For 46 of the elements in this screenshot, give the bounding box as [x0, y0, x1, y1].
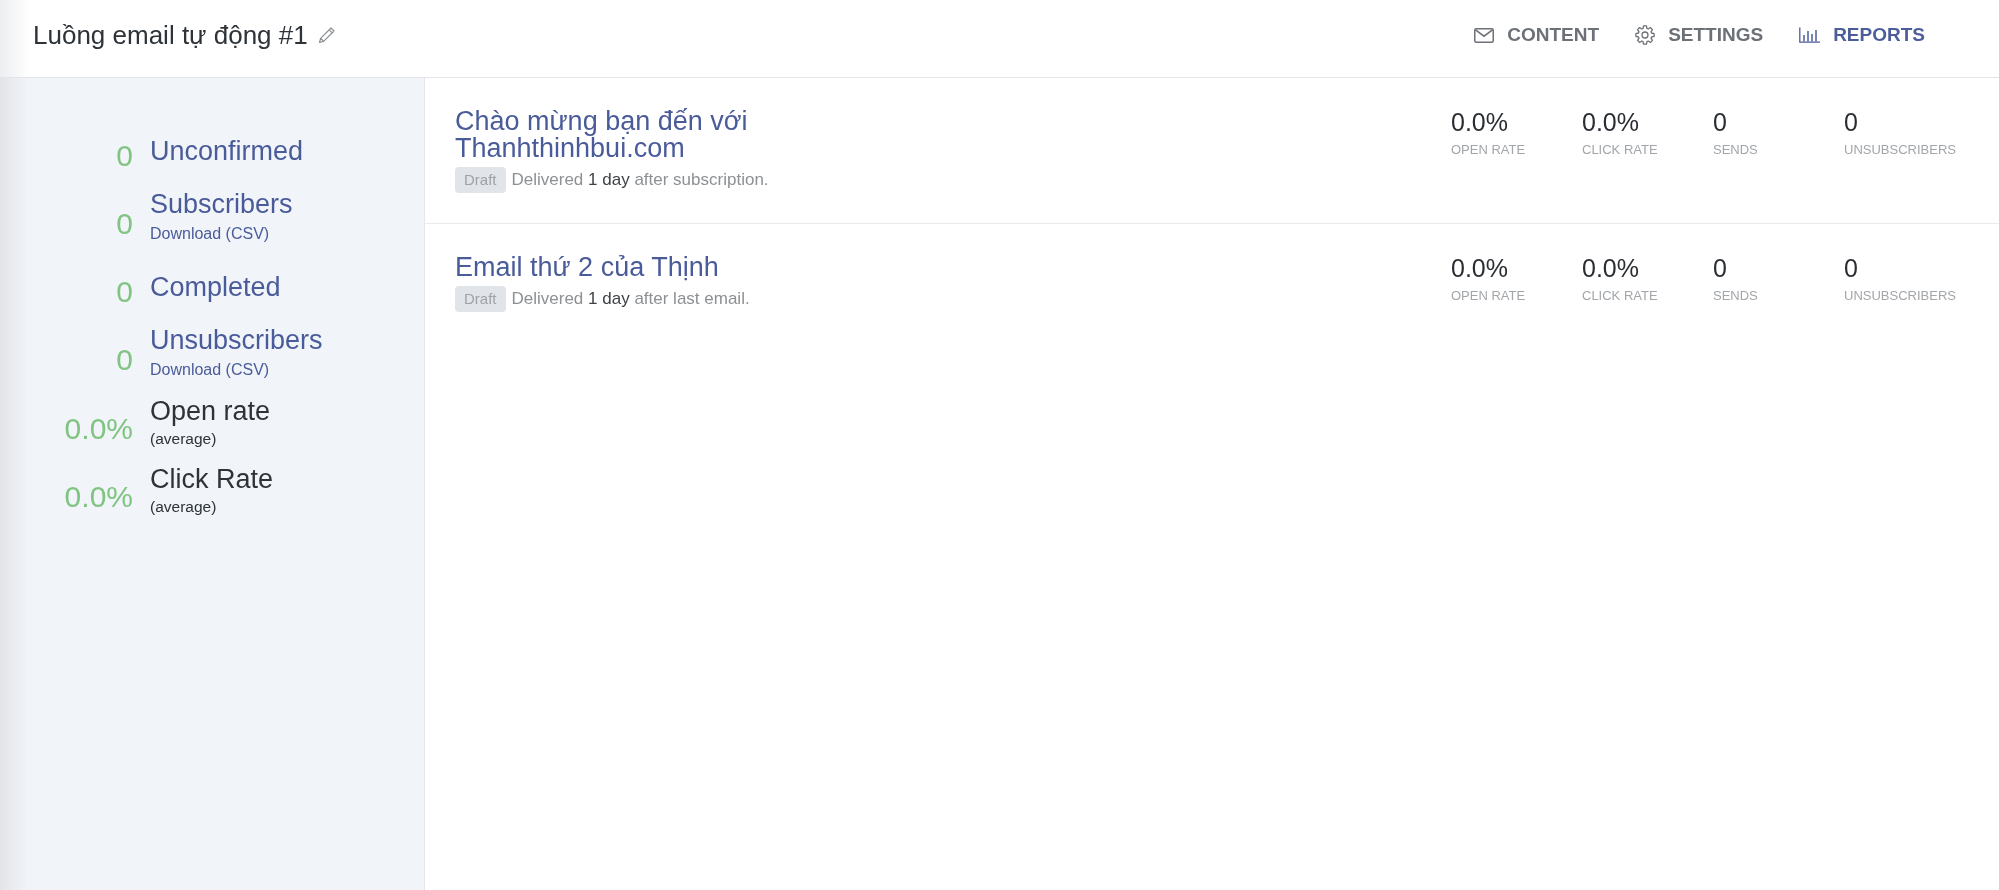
pencil-icon[interactable]: [317, 26, 336, 44]
metric-value: 0.0%: [1582, 108, 1639, 136]
nav-tab[interactable]: REPORTS: [1799, 23, 1925, 47]
note-text: (average): [150, 498, 217, 516]
stat-count: 0: [116, 141, 133, 171]
metric-value: 0: [1844, 254, 1858, 282]
bar-chart-icon: [1799, 27, 1821, 43]
metric-value: 0: [1713, 254, 1727, 282]
metric-label: OPEN RATE: [1451, 287, 1526, 305]
stat-rate: 0.0%: [64, 414, 133, 444]
nav-tab[interactable]: SETTINGS: [1635, 23, 1764, 47]
metric-label: OPEN RATE: [1451, 141, 1526, 159]
status-badge: Draft: [455, 167, 506, 193]
metric-label: UNSUBSCRIBERS: [1844, 287, 1956, 305]
stat-link[interactable]: Completed: [150, 272, 281, 302]
metric-value: 0: [1844, 108, 1858, 136]
metric-value: 0.0%: [1451, 254, 1508, 282]
page-title: Luồng email tự động #1: [33, 20, 308, 50]
metric-value: 0.0%: [1582, 254, 1639, 282]
stat-label: Open rate: [150, 396, 271, 426]
stat-rate: 0.0%: [64, 482, 133, 512]
stat-count: 0: [116, 209, 133, 239]
metric-label: CLICK RATE: [1582, 141, 1658, 159]
download-link[interactable]: Download (CSV): [150, 225, 270, 243]
delivery-text: Delivered 1 day after last email.: [511, 289, 750, 309]
email-title-link[interactable]: Email thứ 2 của Thịnh: [455, 254, 719, 281]
stat-link[interactable]: Unsubscribers: [150, 325, 323, 355]
stat-link[interactable]: Unconfirmed: [150, 136, 304, 166]
gear-icon: [1635, 25, 1656, 45]
envelope-icon: [1474, 27, 1495, 43]
email-title-link[interactable]: Chào mừng bạn đến với Thanhthinhbui.com: [455, 108, 765, 162]
stat-count: 0: [116, 345, 133, 375]
metric-value: 0: [1713, 108, 1727, 136]
status-badge: Draft: [455, 286, 506, 312]
metric-label: CLICK RATE: [1582, 287, 1658, 305]
metric-value: 0.0%: [1451, 108, 1508, 136]
metric-label: SENDS: [1713, 287, 1758, 305]
stat-count: 0: [116, 277, 133, 307]
metric-label: UNSUBSCRIBERS: [1844, 141, 1956, 159]
delivery-text: Delivered 1 day after subscription.: [511, 170, 769, 190]
note-text: (average): [150, 430, 217, 448]
stat-label: Click Rate: [150, 464, 274, 494]
nav-tab[interactable]: CONTENT: [1474, 23, 1600, 47]
stat-link[interactable]: Subscribers: [150, 189, 293, 219]
download-link[interactable]: Download (CSV): [150, 361, 270, 379]
metric-label: SENDS: [1713, 141, 1758, 159]
